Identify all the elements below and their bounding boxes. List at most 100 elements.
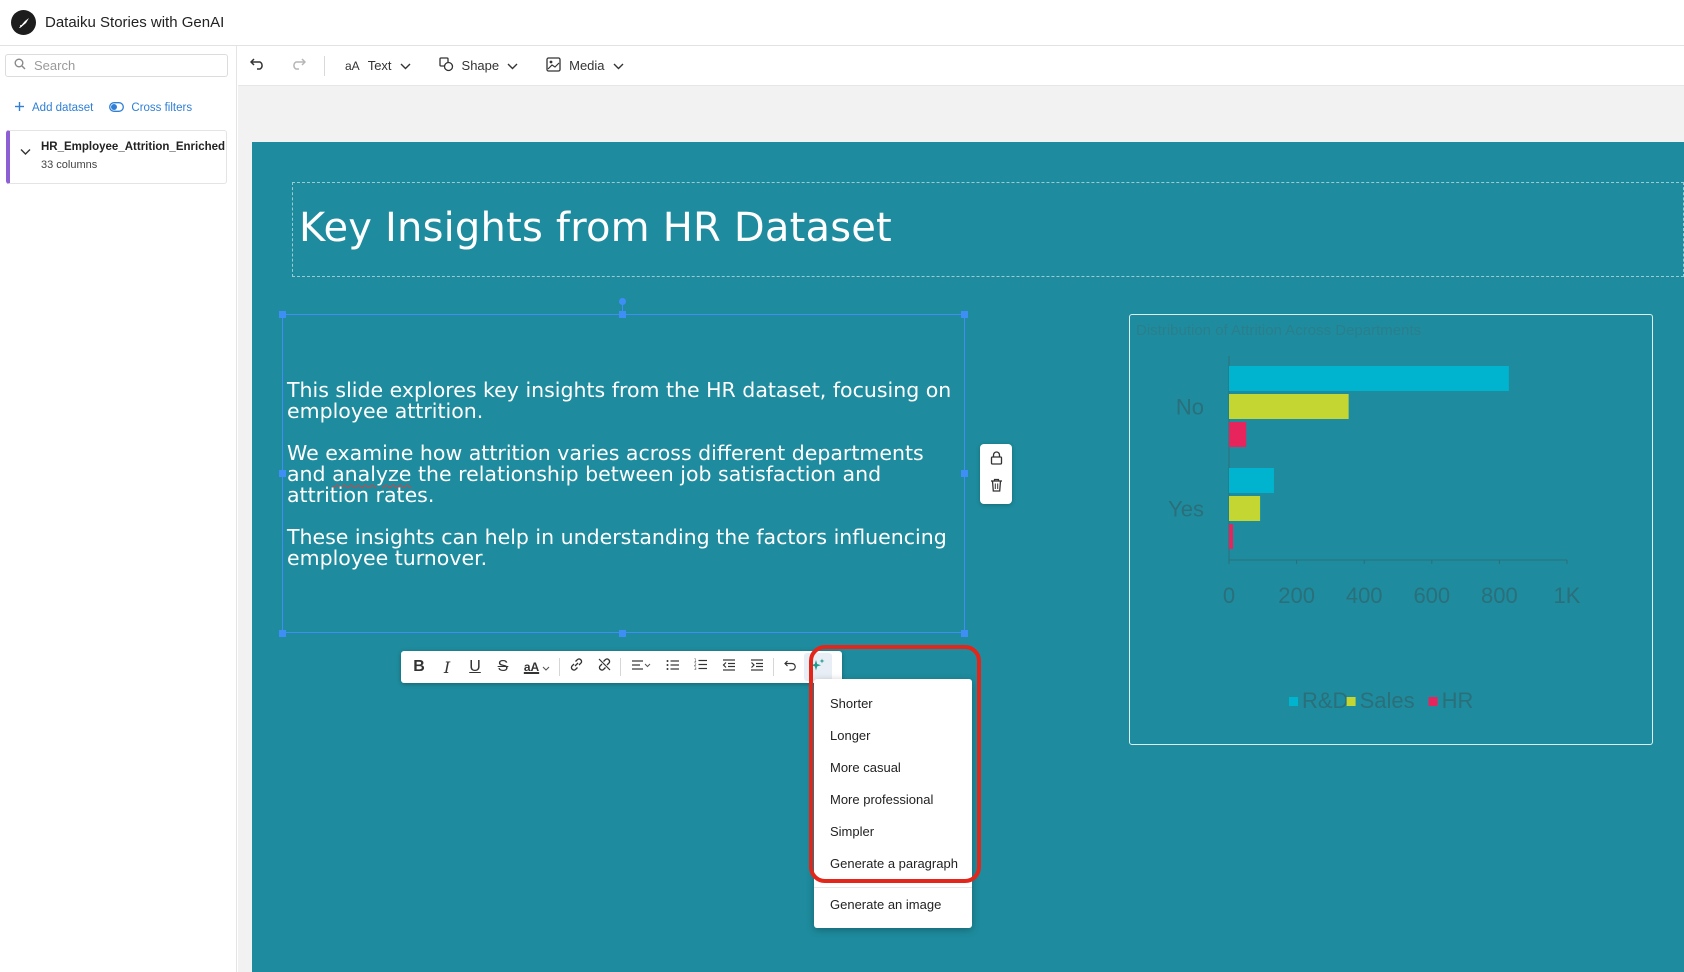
- align-left-icon: [631, 658, 651, 676]
- toolbar-divider: [324, 55, 325, 76]
- category-label-no: No: [1176, 395, 1204, 420]
- title-bar: Dataiku Stories with GenAI: [0, 0, 1684, 46]
- x-tick-label: 600: [1413, 583, 1450, 608]
- x-tick-label: 800: [1481, 583, 1518, 608]
- format-divider: [620, 658, 621, 676]
- plus-icon: [14, 101, 25, 115]
- add-dataset-button[interactable]: Add dataset: [14, 101, 93, 115]
- resize-handle-se[interactable]: [961, 630, 968, 637]
- menu-item-simpler[interactable]: Simpler: [830, 824, 874, 839]
- bar-no-rd[interactable]: [1229, 366, 1509, 391]
- resize-handle-sw[interactable]: [279, 630, 286, 637]
- align-button[interactable]: [623, 653, 659, 681]
- legend-label-hr: HR: [1442, 688, 1474, 713]
- x-tick-label: 0: [1223, 583, 1235, 608]
- link-icon: [569, 657, 584, 677]
- legend-label-rd: R&D: [1302, 688, 1348, 713]
- element-actions: [980, 444, 1012, 504]
- resize-handle-w[interactable]: [279, 470, 286, 477]
- chevron-down-icon: [542, 660, 550, 674]
- search-input[interactable]: [34, 58, 214, 73]
- italic-button[interactable]: I: [433, 653, 461, 681]
- dataiku-logo-icon[interactable]: [11, 10, 36, 35]
- menu-divider: [814, 887, 972, 888]
- image-icon: [546, 56, 561, 75]
- bullet-list-button[interactable]: [659, 653, 687, 681]
- x-tick-label: 400: [1346, 583, 1383, 608]
- numbered-list-icon: 123: [694, 658, 708, 676]
- dataset-column-count: 33 columns: [41, 159, 98, 171]
- legend-swatch-sales: [1346, 697, 1356, 706]
- paragraph-3: These insights can help in understanding…: [287, 525, 947, 570]
- resize-handle-s[interactable]: [619, 630, 626, 637]
- menu-item-more-professional[interactable]: More professional: [830, 792, 933, 807]
- x-tick-label: 1K: [1554, 583, 1581, 608]
- redo-icon: [290, 56, 307, 75]
- underline-button[interactable]: U: [461, 653, 489, 681]
- svg-text:3: 3: [694, 666, 697, 671]
- indent-button[interactable]: [743, 653, 771, 681]
- resize-handle-nw[interactable]: [279, 311, 286, 318]
- undo-icon: [783, 658, 797, 676]
- bar-yes-rd[interactable]: [1229, 468, 1274, 493]
- sidebar-actions: Add dataset Cross filters: [14, 101, 192, 115]
- sparkle-icon: [810, 657, 826, 678]
- search-box[interactable]: [5, 54, 228, 77]
- dataset-card[interactable]: HR_Employee_Attrition_Enriched 33 column…: [6, 130, 227, 184]
- format-divider: [773, 658, 774, 676]
- undo-button[interactable]: [238, 46, 278, 86]
- shape-menu-button[interactable]: Shape: [425, 46, 533, 86]
- x-tick-label: 200: [1278, 583, 1315, 608]
- text-format-icon: aA: [345, 58, 360, 73]
- trash-icon[interactable]: [990, 478, 1003, 497]
- media-menu-label: Media: [569, 58, 605, 73]
- bar-no-sales[interactable]: [1229, 394, 1349, 419]
- strikethrough-button[interactable]: S: [489, 653, 517, 681]
- menu-item-more-casual[interactable]: More casual: [830, 760, 901, 775]
- undo-icon: [249, 56, 266, 75]
- lock-icon[interactable]: [990, 451, 1003, 470]
- resize-handle-n[interactable]: [619, 311, 626, 318]
- menu-item-generate-image[interactable]: Generate an image: [830, 897, 941, 912]
- font-size-button[interactable]: aA: [517, 653, 557, 681]
- chevron-down-icon: [400, 58, 411, 73]
- chevron-down-icon[interactable]: [20, 143, 31, 161]
- unlink-button[interactable]: [590, 653, 618, 681]
- resize-handle-e[interactable]: [961, 470, 968, 477]
- search-icon: [14, 57, 26, 75]
- cross-filters-button[interactable]: Cross filters: [109, 101, 192, 115]
- outdent-button[interactable]: [715, 653, 743, 681]
- ai-assist-button[interactable]: [804, 653, 832, 681]
- resize-handle-ne[interactable]: [961, 311, 968, 318]
- chart-title: Distribution of Attrition Across Departm…: [1136, 322, 1421, 339]
- link-button[interactable]: [562, 653, 590, 681]
- redo-button[interactable]: [278, 46, 318, 86]
- bar-no-hr[interactable]: [1229, 422, 1247, 447]
- category-label-yes: Yes: [1168, 497, 1204, 522]
- font-size-label: aA: [523, 660, 540, 674]
- numbered-list-button[interactable]: 123: [687, 653, 715, 681]
- chevron-down-icon: [613, 58, 624, 73]
- text-menu-button[interactable]: aA Text: [331, 46, 425, 86]
- slide-title[interactable]: Key Insights from HR Dataset: [299, 205, 892, 251]
- text-format-toolbar: B I U S aA 123: [401, 651, 842, 683]
- chevron-down-icon: [507, 58, 518, 73]
- bar-yes-hr[interactable]: [1229, 524, 1234, 549]
- shape-icon: [438, 56, 454, 75]
- legend-label-sales: Sales: [1360, 688, 1415, 713]
- rotation-handle[interactable]: [619, 298, 626, 305]
- app-title: Dataiku Stories with GenAI: [45, 14, 225, 31]
- media-menu-button[interactable]: Media: [532, 46, 637, 86]
- shape-menu-label: Shape: [461, 58, 500, 73]
- menu-item-longer[interactable]: Longer: [830, 728, 870, 743]
- menu-item-generate-paragraph[interactable]: Generate a paragraph: [830, 856, 958, 871]
- attrition-bar-chart: Distribution of Attrition Across Departm…: [1136, 322, 1581, 713]
- text-undo-button[interactable]: [776, 653, 804, 681]
- slide-body-text[interactable]: This slide explores key insights from th…: [287, 380, 962, 590]
- sidebar: Add dataset Cross filters HR_Employee_At…: [0, 46, 237, 972]
- bold-button[interactable]: B: [405, 653, 433, 681]
- paragraph-1: This slide explores key insights from th…: [287, 378, 952, 423]
- menu-item-shorter[interactable]: Shorter: [830, 696, 873, 711]
- paragraph-2: We examine how attrition varies across d…: [287, 443, 962, 506]
- bar-yes-sales[interactable]: [1229, 496, 1261, 521]
